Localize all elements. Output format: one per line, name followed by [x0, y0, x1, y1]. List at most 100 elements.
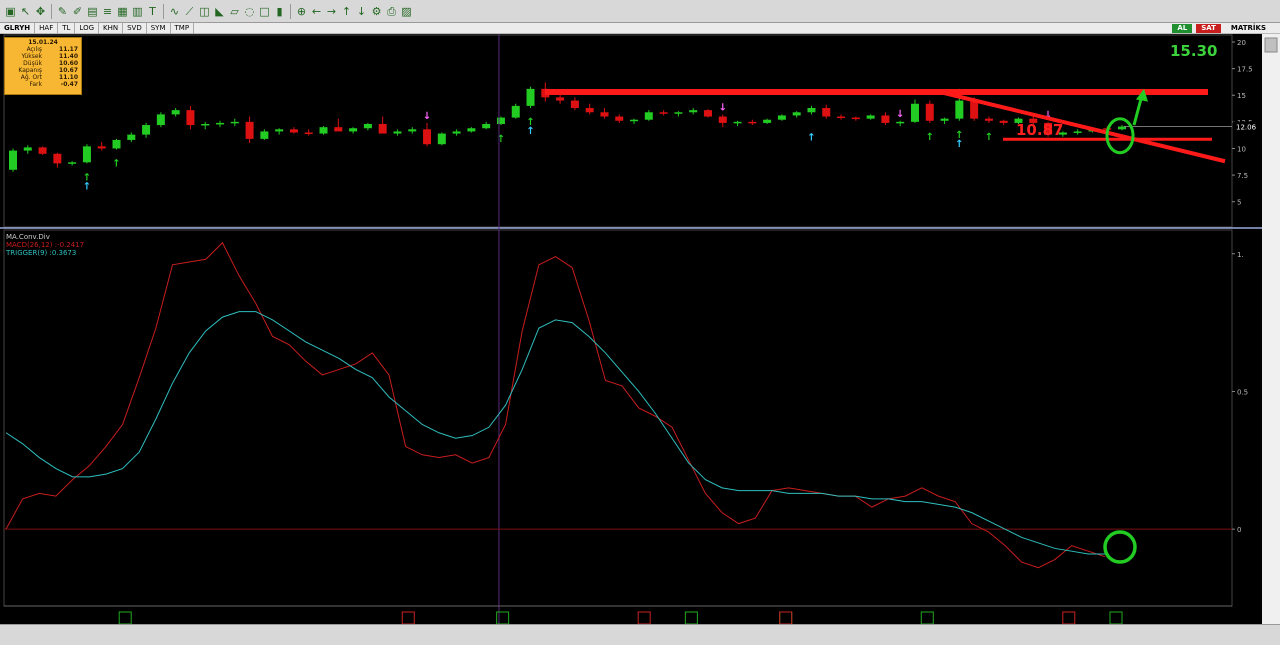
info-row-open: Açılış 11.17	[26, 46, 78, 53]
candle-body	[112, 139, 121, 149]
tab-haf[interactable]: HAF	[35, 22, 59, 34]
candle-body	[349, 128, 358, 132]
candle-body	[275, 129, 284, 132]
curve-icon[interactable]: ∿	[168, 5, 181, 18]
candle-body	[955, 100, 964, 119]
candle-body	[733, 121, 742, 124]
candle-body	[866, 115, 875, 119]
candle-body	[896, 121, 905, 124]
candle-body	[674, 112, 683, 114]
candle-body	[467, 128, 476, 132]
ohlc-info-box: 15.01.24 Açılış 11.17 Yüksek 11.40 Düşük 10…	[4, 37, 82, 95]
cyan-arrow: ↑	[83, 181, 91, 192]
edit-icon[interactable]: ✎	[56, 5, 69, 18]
candle-body	[216, 122, 225, 125]
arrow-up-icon[interactable]: ↑	[340, 5, 353, 18]
toolbar-separator	[163, 3, 164, 19]
tab-log[interactable]: LOG	[75, 22, 100, 34]
candle-body	[408, 129, 417, 132]
trend-icon[interactable]: ⟋	[183, 5, 196, 18]
candle-body	[482, 123, 491, 129]
candle-body	[1118, 126, 1126, 130]
zoom-icon[interactable]: ⊕	[295, 5, 308, 18]
info-row-diff: Fark -0.47	[29, 81, 78, 88]
arrow-right-icon[interactable]: →	[325, 5, 338, 18]
candle-body	[837, 116, 846, 119]
grid-icon[interactable]: ▦	[116, 5, 129, 18]
candle-body	[970, 100, 979, 119]
candle-body	[644, 112, 653, 120]
candle-body	[1073, 131, 1082, 133]
candle-body	[822, 108, 831, 117]
tab-khn[interactable]: KHN	[99, 22, 124, 34]
channel-icon[interactable]: ▱	[228, 5, 241, 18]
fib-icon[interactable]: ◫	[198, 5, 211, 18]
settings-icon[interactable]: ⚙	[370, 5, 383, 18]
target-label: 15.30	[1170, 42, 1217, 60]
buy-arrow: ↑	[112, 159, 120, 170]
info-row-close: Kapanış 10.67	[18, 67, 78, 74]
candle-body	[82, 146, 91, 163]
chart-icon[interactable]: ▮	[273, 5, 286, 18]
tab-tmp[interactable]: TMP	[171, 22, 195, 34]
candle-body	[378, 123, 387, 134]
tab-tl[interactable]: TL	[58, 22, 76, 34]
candle-body	[659, 112, 668, 114]
tab-svd[interactable]: SVD	[123, 22, 147, 34]
candle-body	[925, 103, 934, 121]
info-row-high: Yüksek 11.40	[21, 53, 78, 60]
lines-icon[interactable]: ≡	[101, 5, 114, 18]
right-scrollbar-thumb	[1264, 37, 1278, 53]
text-icon[interactable]: T	[146, 5, 159, 18]
toolbar-separator	[51, 3, 52, 19]
buy-arrow: ↑	[497, 134, 505, 145]
candle-body	[792, 112, 801, 116]
buy-button[interactable]: AL	[1172, 23, 1193, 33]
layout-icon[interactable]: ▥	[131, 5, 144, 18]
print-icon[interactable]: ⎙	[385, 5, 398, 18]
macd-title: MA.Conv.Div	[6, 233, 50, 241]
candle-body	[423, 129, 432, 145]
price-tick-label: 20	[1237, 39, 1246, 47]
candle-body	[156, 114, 165, 126]
candle-body	[689, 110, 698, 113]
tab-bar: GLRYH HAF TL LOG KHN SVD SYM TMP AL SAT …	[0, 22, 1280, 34]
price-tick-label: 5	[1237, 199, 1241, 207]
candle-body	[38, 147, 47, 154]
fan-icon[interactable]: ◣	[213, 5, 226, 18]
candle-body	[245, 121, 254, 139]
current-price-label: 12.06	[1236, 124, 1257, 132]
arrow-down-icon[interactable]: ↓	[355, 5, 368, 18]
macd-tick-label: 1.	[1237, 251, 1244, 259]
candle-body	[984, 118, 993, 121]
save-icon[interactable]: ▨	[400, 5, 413, 18]
box-icon[interactable]: □	[258, 5, 271, 18]
candle-body	[97, 146, 106, 149]
lock-icon[interactable]: ▣	[4, 5, 17, 18]
pencil-icon[interactable]: ✐	[71, 5, 84, 18]
candle-body	[186, 110, 195, 126]
symbol-tab[interactable]: GLRYH	[0, 22, 36, 34]
candle-body	[393, 131, 402, 134]
sell-arrow: ↓	[719, 102, 727, 113]
macd-tick-label: 0	[1237, 526, 1241, 534]
tab-sym[interactable]: SYM	[147, 22, 171, 34]
cursor-icon[interactable]: ✥	[34, 5, 47, 18]
candle-body	[851, 117, 860, 120]
arrow-left-icon[interactable]: ←	[310, 5, 323, 18]
bottom-scrollbar[interactable]	[0, 624, 1280, 645]
candle-body	[748, 121, 757, 124]
price-tick-label: 10	[1237, 145, 1246, 153]
arrow-icon[interactable]: ↖	[19, 5, 32, 18]
toolbar-separator	[290, 3, 291, 19]
sell-button[interactable]: SAT	[1196, 23, 1221, 33]
cycle-icon[interactable]: ◌	[243, 5, 256, 18]
candle-body	[703, 110, 712, 117]
candle-body	[556, 97, 565, 101]
candle-body	[511, 105, 520, 118]
macd-legend-entry: MACD(26,12) :-0.2417	[6, 241, 84, 249]
chart-area[interactable]: 2017.51512.5107.55↑↑↑↑↑↑↑↓↓↓↓↑↑↑↑12.0615…	[0, 34, 1280, 624]
sell-arrow: ↓	[423, 111, 431, 122]
ruler-icon[interactable]: ▤	[86, 5, 99, 18]
price-tick-label: 7.5	[1237, 172, 1248, 180]
